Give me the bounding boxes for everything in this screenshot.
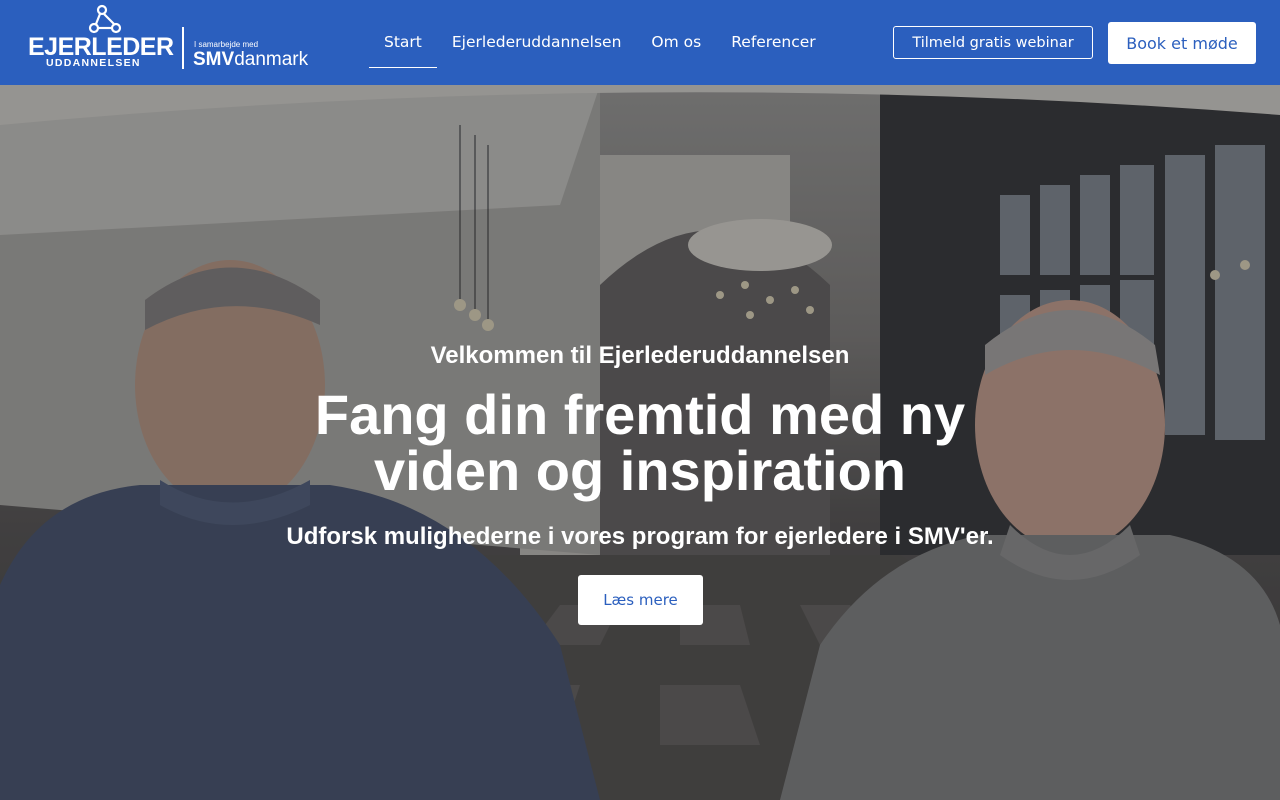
network-nodes-icon	[88, 4, 122, 34]
partner-logo-rest: danmark	[234, 49, 309, 70]
hero-section: Velkommen til Ejerlederuddannelsen Fang …	[0, 85, 1280, 800]
nav-item-ejerlederuddannelsen[interactable]: Ejerlederuddannelsen	[437, 20, 637, 68]
site-logo[interactable]: EJERLEDER UDDANNELSEN I samarbejde med S…	[28, 4, 338, 72]
hero-kicker: Velkommen til Ejerlederuddannelsen	[430, 342, 850, 369]
site-header: EJERLEDER UDDANNELSEN I samarbejde med S…	[0, 0, 1280, 85]
partner-logo: SMVdanmark	[193, 50, 308, 69]
read-more-button[interactable]: Læs mere	[578, 575, 703, 625]
hero-subtitle: Udforsk mulighederne i vores program for…	[286, 523, 994, 550]
webinar-signup-button[interactable]: Tilmeld gratis webinar	[893, 26, 1093, 59]
book-meeting-button[interactable]: Book et møde	[1108, 22, 1256, 64]
logo-divider	[182, 27, 184, 69]
logo-subtitle: UDDANNELSEN	[46, 57, 141, 69]
logo-collab-text: I samarbejde med	[194, 40, 259, 49]
main-nav: Start Ejerlederuddannelsen Om os Referen…	[369, 20, 831, 68]
nav-item-referencer[interactable]: Referencer	[716, 20, 830, 68]
nav-item-start[interactable]: Start	[369, 20, 437, 68]
partner-logo-bold: SMV	[193, 49, 235, 70]
nav-item-om-os[interactable]: Om os	[636, 20, 716, 68]
hero-title: Fang din fremtid med ny viden og inspira…	[314, 383, 966, 502]
